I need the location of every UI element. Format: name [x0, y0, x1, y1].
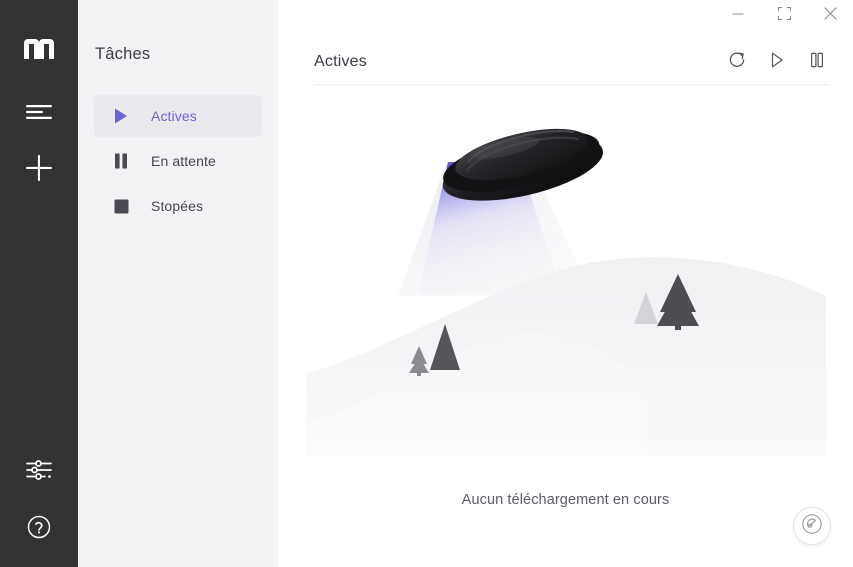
- pause-icon: [112, 152, 130, 170]
- content-header: Actives: [314, 40, 829, 85]
- empty-state-message: Aucun téléchargement en cours: [461, 492, 670, 508]
- main-content: Actives Aucun téléchargement en cours: [278, 0, 853, 567]
- pause-all-button[interactable]: [805, 50, 829, 74]
- maximize-icon: [777, 7, 791, 25]
- sidebar-item-stopees[interactable]: Stopées: [94, 185, 262, 227]
- stop-icon: [112, 197, 130, 215]
- header-actions: [725, 50, 829, 74]
- speed-button[interactable]: [793, 507, 831, 545]
- pause-icon: [808, 51, 826, 74]
- task-list-icon-button[interactable]: [0, 90, 78, 134]
- sidebar-item-label: Actives: [151, 108, 197, 124]
- close-icon: [823, 7, 837, 25]
- sliders-icon: [26, 459, 52, 481]
- task-panel: Tâches Actives En attente Stopées: [78, 0, 278, 567]
- minimize-button[interactable]: [715, 0, 761, 32]
- sidebar-item-en-attente[interactable]: En attente: [94, 140, 262, 182]
- task-nav-list: Actives En attente Stopées: [94, 95, 262, 230]
- motrix-logo: [0, 38, 78, 60]
- empty-state: Aucun téléchargement en cours: [278, 92, 853, 567]
- content-title: Actives: [314, 53, 367, 70]
- sidebar-item-label: Stopées: [151, 198, 204, 214]
- page-title: Tâches: [95, 45, 151, 63]
- question-circle-icon: [27, 515, 51, 539]
- play-outline-icon: [768, 51, 786, 74]
- play-icon: [112, 107, 130, 125]
- help-button[interactable]: [0, 505, 78, 549]
- sidebar-item-label: En attente: [151, 153, 216, 169]
- close-button[interactable]: [807, 0, 853, 32]
- preferences-button[interactable]: [0, 448, 78, 492]
- titlebar: [278, 0, 853, 32]
- minimize-icon: [732, 7, 744, 25]
- plus-icon: [26, 155, 52, 181]
- ufo-illustration: [295, 96, 836, 456]
- speedometer-icon: [801, 513, 823, 540]
- icon-rail: [0, 0, 78, 567]
- maximize-button[interactable]: [761, 0, 807, 32]
- sidebar-item-actives[interactable]: Actives: [94, 95, 262, 137]
- refresh-icon: [728, 51, 746, 74]
- app-window: Tâches Actives En attente Stopées Active…: [0, 0, 853, 567]
- refresh-button[interactable]: [725, 50, 749, 74]
- resume-all-button[interactable]: [765, 50, 789, 74]
- add-task-button[interactable]: [0, 146, 78, 190]
- list-icon: [26, 104, 52, 120]
